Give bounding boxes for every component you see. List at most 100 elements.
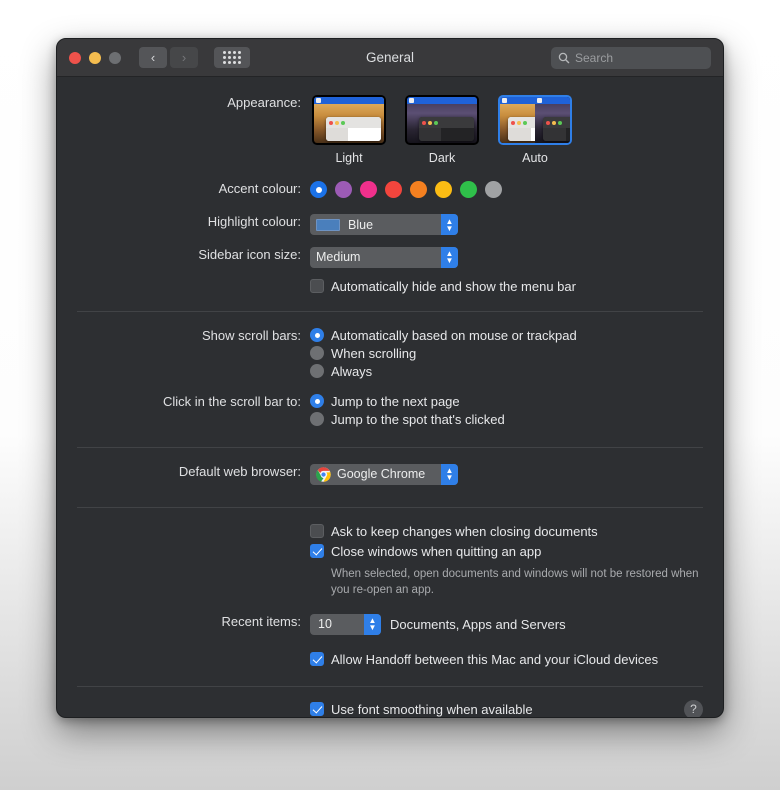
menubar-autohide-checkbox[interactable] (310, 279, 324, 293)
menubar-strip (407, 97, 477, 104)
click-scroll-option-next-page[interactable]: Jump to the next page (310, 394, 723, 409)
radio-button[interactable] (310, 412, 324, 426)
appearance-row: Appearance: Light Dark Auto (57, 77, 723, 165)
accent-swatch-purple[interactable] (335, 181, 352, 198)
light-wallpaper (314, 97, 384, 143)
back-button[interactable]: ‹ (139, 47, 167, 68)
preferences-content: Appearance: Light Dark Auto Accent colou… (57, 77, 723, 717)
apple-menu-icon (316, 98, 321, 103)
appearance-option-light[interactable]: Light (310, 95, 388, 165)
recent-items-label: Recent items: (221, 613, 301, 629)
menubar-autohide-row: Automatically hide and show the menu bar (57, 268, 723, 294)
default-browser-value: Google Chrome (337, 467, 426, 481)
radio-button[interactable] (310, 394, 324, 408)
auto-half-dark (535, 97, 570, 143)
accent-swatch-pink[interactable] (360, 181, 377, 198)
scroll-bars-option-label: Always (331, 363, 373, 379)
chevron-updown-icon[interactable]: ▲ ▼ (441, 246, 458, 268)
click-scroll-bar-label: Click in the scroll bar to: (163, 393, 301, 409)
accent-swatch-blue[interactable] (310, 181, 327, 198)
menubar-strip (314, 97, 384, 104)
forward-button[interactable]: › (170, 47, 198, 68)
help-button[interactable]: ? (684, 699, 703, 717)
chevron-updown-icon[interactable]: ▲ ▼ (364, 613, 381, 635)
handoff-row: Allow Handoff between this Mac and your … (57, 635, 723, 667)
sidebar-icon-size-label: Sidebar icon size: (198, 246, 301, 262)
radio-button[interactable] (310, 364, 324, 378)
navigation-buttons: ‹ › (139, 47, 198, 68)
search-field[interactable] (551, 46, 711, 69)
accent-swatch-yellow[interactable] (435, 181, 452, 198)
font-smoothing-checkbox[interactable] (310, 702, 324, 717)
appearance-option-dark[interactable]: Dark (403, 95, 481, 165)
minimize-button[interactable] (89, 51, 101, 64)
radio-button[interactable] (310, 346, 324, 360)
search-input[interactable] (575, 50, 704, 65)
grid-icon (223, 51, 241, 64)
window-titlebar: ‹ › General (57, 39, 723, 77)
mini-window-preview (326, 117, 381, 141)
click-scroll-option-label: Jump to the next page (331, 393, 460, 409)
ask-keep-changes-label: Ask to keep changes when closing documen… (331, 523, 598, 539)
scroll-bars-label: Show scroll bars: (202, 327, 301, 343)
search-icon (558, 52, 570, 63)
default-browser-label: Default web browser: (178, 463, 301, 479)
scroll-bars-option-label: When scrolling (331, 345, 417, 361)
highlight-colour-value: Blue (348, 217, 374, 232)
radio-button[interactable] (310, 328, 324, 342)
documents-section: Ask to keep changes when closing documen… (57, 508, 723, 599)
menubar-autohide-checkbox-line[interactable]: Automatically hide and show the menu bar (310, 279, 723, 294)
accent-swatch-green[interactable] (460, 181, 477, 198)
apple-menu-icon (409, 98, 414, 103)
appearance-label-auto: Auto (522, 151, 548, 165)
ask-keep-changes-checkbox[interactable] (310, 524, 324, 538)
chevron-updown-icon[interactable]: ▲ ▼ (441, 463, 458, 485)
font-smoothing-checkbox-line[interactable]: Use font smoothing when available (310, 702, 723, 717)
appearance-label-dark: Dark (428, 151, 456, 165)
highlight-colour-label: Highlight colour: (207, 214, 301, 229)
handoff-checkbox-line[interactable]: Allow Handoff between this Mac and your … (310, 652, 723, 667)
sidebar-icon-size-dropdown[interactable]: Medium ▲ ▼ (310, 246, 458, 268)
close-windows-line[interactable]: Close windows when quitting an app (310, 544, 723, 559)
documents-help-text: When selected, open documents and window… (331, 567, 699, 597)
scroll-bars-option-when-scrolling[interactable]: When scrolling (310, 346, 723, 361)
font-smoothing-label: Use font smoothing when available (331, 701, 533, 717)
appearance-thumb-auto[interactable] (498, 95, 572, 145)
scroll-bars-option-label: Automatically based on mouse or trackpad (331, 327, 577, 343)
accent-swatch-graphite[interactable] (485, 181, 502, 198)
recent-items-trailing-label: Documents, Apps and Servers (390, 616, 566, 632)
dark-wallpaper (407, 97, 477, 143)
highlight-colour-swatch (316, 218, 340, 231)
show-all-button[interactable] (214, 47, 250, 68)
highlight-colour-dropdown[interactable]: Blue ▲ ▼ (310, 214, 458, 235)
default-browser-dropdown[interactable]: Google Chrome ▲ ▼ (310, 463, 458, 485)
question-mark-icon: ? (690, 702, 697, 717)
zoom-button[interactable] (109, 51, 121, 64)
chevron-left-icon: ‹ (150, 50, 156, 65)
appearance-label-light: Light (335, 151, 363, 165)
sidebar-icon-size-value: Medium (316, 250, 361, 264)
appearance-thumb-light[interactable] (312, 95, 386, 145)
accent-colour-swatches (310, 181, 723, 198)
scroll-bars-option-always[interactable]: Always (310, 364, 723, 379)
recent-items-value[interactable]: 10 (310, 617, 364, 631)
appearance-label: Appearance: (227, 95, 301, 110)
appearance-thumb-dark[interactable] (405, 95, 479, 145)
accent-swatch-orange[interactable] (410, 181, 427, 198)
close-button[interactable] (69, 51, 81, 64)
chevron-updown-icon[interactable]: ▲ ▼ (441, 214, 458, 235)
font-smoothing-row: Use font smoothing when available ? (57, 687, 723, 717)
scroll-bars-option-auto[interactable]: Automatically based on mouse or trackpad (310, 328, 723, 343)
scroll-bars-row: Show scroll bars: Automatically based on… (57, 312, 723, 379)
highlight-colour-row: Highlight colour: Blue ▲ ▼ (57, 198, 723, 236)
close-windows-checkbox[interactable] (310, 544, 324, 558)
handoff-checkbox[interactable] (310, 652, 324, 667)
appearance-option-auto[interactable]: Auto (496, 95, 574, 165)
ask-keep-changes-line[interactable]: Ask to keep changes when closing documen… (310, 524, 723, 539)
recent-items-row: Recent items: 10 ▲ ▼ Documents, Apps and … (57, 599, 723, 635)
accent-swatch-red[interactable] (385, 181, 402, 198)
traffic-light-buttons (69, 51, 121, 64)
click-scroll-option-spot-clicked[interactable]: Jump to the spot that's clicked (310, 412, 723, 427)
recent-items-stepper[interactable]: 10 ▲ ▼ (310, 613, 381, 635)
accent-colour-label: Accent colour: (218, 181, 301, 196)
